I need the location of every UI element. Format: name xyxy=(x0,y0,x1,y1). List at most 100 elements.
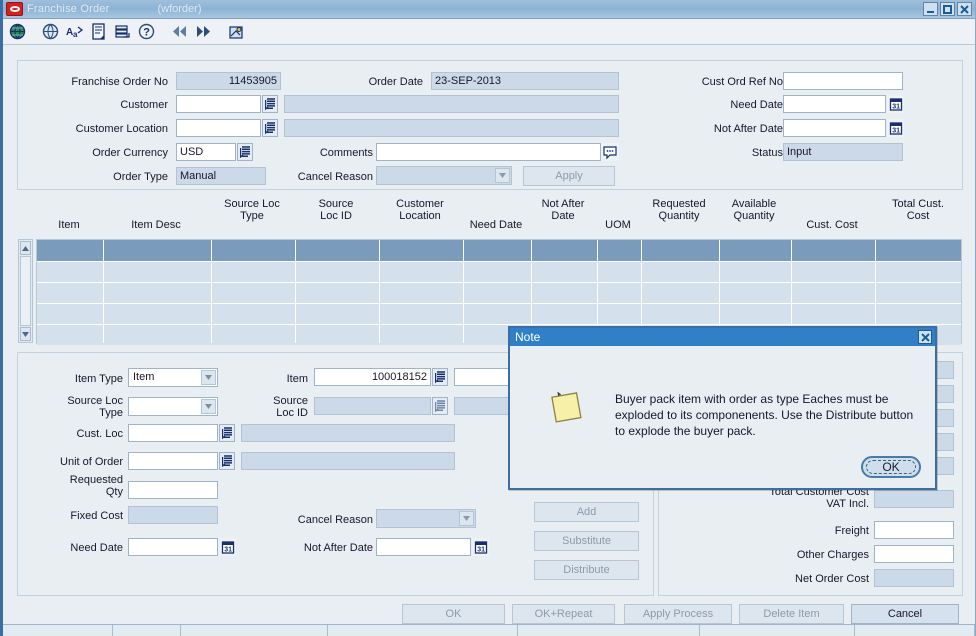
detail-item-type-label: Item Type xyxy=(74,373,123,385)
detail-need-date-calendar-icon[interactable]: 31 xyxy=(219,538,236,556)
grid-header-5[interactable]: Need Date xyxy=(462,219,530,231)
source-loc-id-field xyxy=(314,397,431,415)
need-date-field[interactable] xyxy=(783,95,886,113)
cust-loc-lov-icon[interactable] xyxy=(219,424,235,442)
detail-not-after-date-label: Not After Date xyxy=(303,542,373,554)
globe-active-icon[interactable] xyxy=(7,21,28,42)
unit-of-order-desc-field xyxy=(241,452,455,470)
detail-need-date-field[interactable] xyxy=(128,538,218,556)
detail-item-lov-icon[interactable] xyxy=(432,368,448,386)
chevron-down-icon[interactable] xyxy=(201,399,216,414)
customer-location-field[interactable] xyxy=(176,119,261,137)
franchise-order-window: Franchise Order (wforder) A a ? Franchis… xyxy=(0,0,976,636)
detail-not-after-date-field[interactable] xyxy=(376,538,471,556)
chevron-down-icon[interactable] xyxy=(495,168,510,183)
svg-text:a: a xyxy=(73,30,78,39)
table-row[interactable] xyxy=(37,240,961,261)
detail-source-loc-id-label: Source Loc ID xyxy=(273,395,308,419)
freight-field[interactable] xyxy=(874,521,954,539)
freight-label: Freight xyxy=(834,525,869,537)
grid-header-2[interactable]: Source Loc Type xyxy=(210,198,294,222)
grid-header-0[interactable]: Item xyxy=(36,219,102,231)
order-currency-field[interactable]: USD xyxy=(176,143,236,161)
close-icon[interactable] xyxy=(957,2,972,16)
note-dialog-body: Buyer pack item with order as type Eache… xyxy=(510,346,935,488)
detail-fixed-cost-label: Fixed Cost xyxy=(70,510,123,522)
cust-loc-field[interactable] xyxy=(128,424,218,442)
not-after-date-calendar-icon[interactable]: 31 xyxy=(887,119,904,137)
detail-need-date-label: Need Date xyxy=(70,542,123,554)
apply-process-button[interactable]: Apply Process xyxy=(624,604,732,624)
customer-field[interactable] xyxy=(176,95,261,113)
chevron-down-icon[interactable] xyxy=(459,511,474,526)
detail-item-field[interactable]: 100018152 xyxy=(314,368,431,386)
not-after-date-label: Not After Date xyxy=(713,123,783,135)
grid-header-8[interactable]: Requested Quantity xyxy=(640,198,718,222)
distribute-button[interactable]: Distribute xyxy=(534,560,639,580)
unit-of-order-field[interactable] xyxy=(128,452,218,470)
notes-icon[interactable] xyxy=(88,21,109,42)
table-row[interactable] xyxy=(37,303,961,324)
grid-header-3[interactable]: Source Loc ID xyxy=(294,198,378,222)
grid-header-1[interactable]: Item Desc xyxy=(102,219,210,231)
chevron-down-icon[interactable] xyxy=(201,370,216,385)
grid-header-4[interactable]: Customer Location xyxy=(378,198,462,222)
delete-item-button[interactable]: Delete Item xyxy=(739,604,844,624)
close-icon[interactable] xyxy=(918,330,932,344)
globe-icon[interactable] xyxy=(40,21,61,42)
exit-icon[interactable] xyxy=(226,21,247,42)
next-icon[interactable] xyxy=(193,21,214,42)
customer-location-label: Customer Location xyxy=(75,123,168,135)
print-icon[interactable] xyxy=(112,21,133,42)
minimize-icon[interactable] xyxy=(923,2,938,16)
cust-loc-desc-field xyxy=(241,424,455,442)
column-divider xyxy=(295,240,296,343)
maximize-icon[interactable] xyxy=(940,2,955,16)
svg-text:31: 31 xyxy=(892,104,900,111)
note-dialog-ok-button[interactable]: OK xyxy=(861,456,921,478)
source-loc-type-select[interactable] xyxy=(128,397,218,416)
not-after-date-field[interactable] xyxy=(783,119,886,137)
comments-field[interactable] xyxy=(376,143,601,161)
window-title: Franchise Order xyxy=(27,3,110,15)
customer-lov-icon[interactable] xyxy=(262,95,278,113)
cancel-reason-select[interactable] xyxy=(376,166,512,185)
note-dialog-title: Note xyxy=(515,330,541,344)
scroll-thumb[interactable] xyxy=(20,256,31,326)
grid-header-10[interactable]: Cust. Cost xyxy=(790,219,874,231)
item-type-select[interactable]: Item xyxy=(128,368,218,387)
add-button[interactable]: Add xyxy=(534,502,639,522)
grid-header-9[interactable]: Available Quantity xyxy=(718,198,790,222)
detail-cancel-reason-select[interactable] xyxy=(376,509,476,528)
table-row[interactable] xyxy=(37,261,961,282)
grid-header-11[interactable]: Total Cust. Cost xyxy=(874,198,962,222)
substitute-button[interactable]: Substitute xyxy=(534,531,639,551)
help-icon[interactable]: ? xyxy=(136,21,157,42)
customer-location-lov-icon[interactable] xyxy=(262,119,278,137)
detail-not-after-date-calendar-icon[interactable]: 31 xyxy=(472,538,489,556)
scroll-up-icon[interactable] xyxy=(20,241,31,255)
source-loc-id-lov-icon[interactable] xyxy=(432,397,448,415)
grid-header-6[interactable]: Not After Date xyxy=(530,198,596,222)
cancel-button[interactable]: Cancel xyxy=(851,604,959,624)
cust-ord-ref-no-field[interactable] xyxy=(783,72,903,90)
requested-qty-field[interactable] xyxy=(128,481,218,499)
grid-vertical-scrollbar[interactable] xyxy=(18,239,33,343)
note-icon xyxy=(548,390,584,426)
cust-ord-ref-no-label: Cust Ord Ref No xyxy=(701,76,783,88)
scroll-down-icon[interactable] xyxy=(20,327,31,341)
row-divider xyxy=(37,303,961,304)
comments-editor-icon[interactable] xyxy=(601,143,619,161)
ok-button[interactable]: OK xyxy=(402,604,505,624)
detail-requested-qty-label: Requested Qty xyxy=(69,474,123,498)
table-row[interactable] xyxy=(37,282,961,303)
prev-icon[interactable] xyxy=(169,21,190,42)
apply-button[interactable]: Apply xyxy=(523,166,615,186)
unit-of-order-lov-icon[interactable] xyxy=(219,452,235,470)
ok-repeat-button[interactable]: OK+Repeat xyxy=(512,604,615,624)
grid-header-7[interactable]: UOM xyxy=(596,219,640,231)
need-date-calendar-icon[interactable]: 31 xyxy=(887,95,904,113)
other-charges-field[interactable] xyxy=(874,545,954,563)
comments-label: Comments xyxy=(319,147,373,159)
spellcheck-icon[interactable]: A a xyxy=(64,21,85,42)
